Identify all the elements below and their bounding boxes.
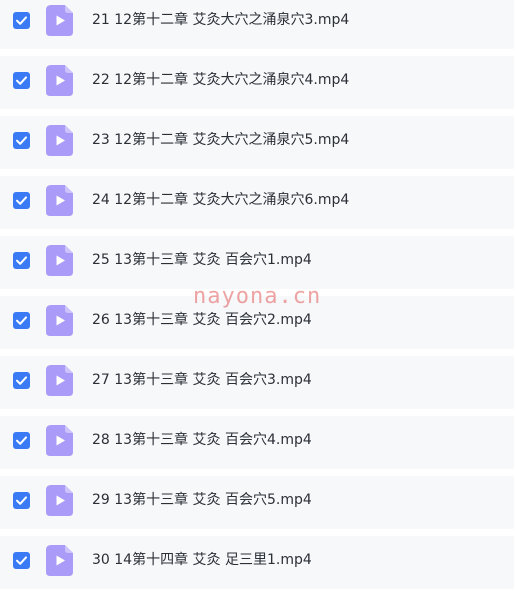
file-name: 25 13第十三章 艾灸 百会穴1.mp4 [92,252,312,268]
video-file-icon [46,365,73,396]
file-name: 27 13第十三章 艾灸 百会穴3.mp4 [92,372,312,388]
checkmark-icon [16,196,27,205]
checkbox-checked[interactable] [13,312,30,329]
checkbox-checked[interactable] [13,192,30,209]
video-file-icon [46,185,73,216]
video-file-icon [46,545,73,576]
checkbox-checked[interactable] [13,12,30,29]
file-row[interactable]: 30 14第十四章 艾灸 足三里1.mp4 [0,536,514,589]
checkmark-icon [16,16,27,25]
file-row[interactable]: 21 12第十二章 艾灸大穴之涌泉穴3.mp4 [0,0,514,49]
video-file-icon [46,425,73,456]
checkmark-icon [16,136,27,145]
file-row[interactable]: 22 12第十二章 艾灸大穴之涌泉穴4.mp4 [0,56,514,109]
file-name: 22 12第十二章 艾灸大穴之涌泉穴4.mp4 [92,72,350,88]
checkmark-icon [16,556,27,565]
file-name: 30 14第十四章 艾灸 足三里1.mp4 [92,552,312,568]
checkbox-checked[interactable] [13,492,30,509]
checkmark-icon [16,256,27,265]
video-file-icon [46,305,73,336]
checkmark-icon [16,496,27,505]
file-name: 21 12第十二章 艾灸大穴之涌泉穴3.mp4 [92,12,350,28]
checkmark-icon [16,316,27,325]
checkbox-checked[interactable] [13,132,30,149]
video-file-icon [46,5,73,36]
video-file-icon [46,65,73,96]
checkmark-icon [16,436,27,445]
file-name: 23 12第十二章 艾灸大穴之涌泉穴5.mp4 [92,132,350,148]
checkbox-checked[interactable] [13,252,30,269]
file-row[interactable]: 27 13第十三章 艾灸 百会穴3.mp4 [0,356,514,409]
checkbox-checked[interactable] [13,372,30,389]
video-file-icon [46,125,73,156]
video-file-icon [46,245,73,276]
file-name: 24 12第十二章 艾灸大穴之涌泉穴6.mp4 [92,192,350,208]
file-name: 29 13第十三章 艾灸 百会穴5.mp4 [92,492,312,508]
checkbox-checked[interactable] [13,432,30,449]
file-row[interactable]: 29 13第十三章 艾灸 百会穴5.mp4 [0,476,514,529]
file-row[interactable]: 28 13第十三章 艾灸 百会穴4.mp4 [0,416,514,469]
video-file-icon [46,485,73,516]
watermark: nayona.cn [193,284,322,309]
checkbox-checked[interactable] [13,552,30,569]
file-name: 28 13第十三章 艾灸 百会穴4.mp4 [92,432,312,448]
checkmark-icon [16,376,27,385]
checkmark-icon [16,76,27,85]
file-row[interactable]: 24 12第十二章 艾灸大穴之涌泉穴6.mp4 [0,176,514,229]
file-row[interactable]: 25 13第十三章 艾灸 百会穴1.mp4 [0,236,514,289]
file-row[interactable]: 23 12第十二章 艾灸大穴之涌泉穴5.mp4 [0,116,514,169]
checkbox-checked[interactable] [13,72,30,89]
